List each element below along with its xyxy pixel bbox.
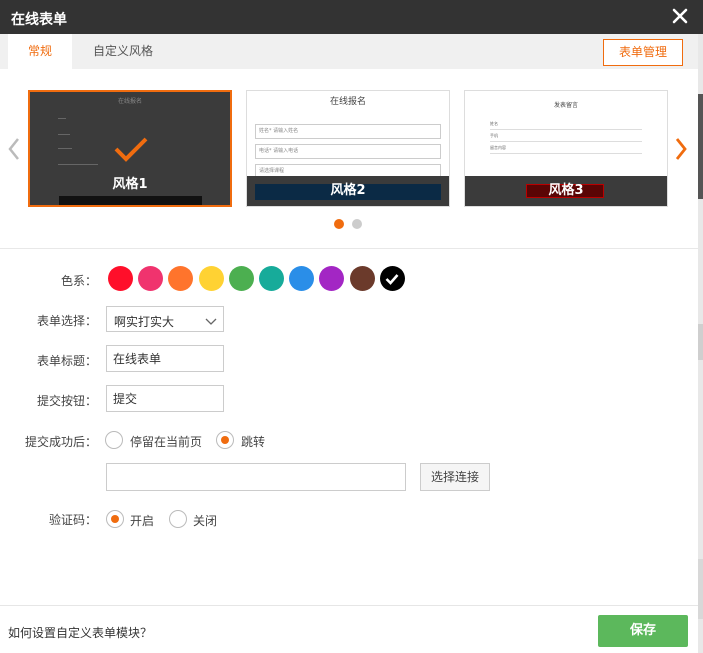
tab-bar: 常规 自定义风格 表单管理 bbox=[0, 34, 698, 69]
preview-field: 姓名* 请输入姓名 bbox=[255, 124, 441, 139]
dialog-title: 在线表单 bbox=[11, 12, 67, 28]
form-select-label: 表单选择： bbox=[36, 314, 97, 328]
check-icon bbox=[385, 273, 399, 285]
pagination-dot-active[interactable] bbox=[334, 219, 344, 229]
color-swatch[interactable] bbox=[259, 266, 284, 291]
style-card-3-caption-text: 风格3 bbox=[548, 183, 584, 198]
preview-line bbox=[58, 134, 70, 135]
tab-general[interactable]: 常规 bbox=[8, 34, 72, 69]
dialog-titlebar: 在线表单 bbox=[0, 0, 703, 34]
form-title-label: 表单标题： bbox=[36, 354, 97, 368]
captcha-label: 验证码： bbox=[48, 513, 97, 527]
save-button[interactable]: 保存 bbox=[598, 615, 688, 647]
preview-field-placeholder: 请输入电话 bbox=[273, 148, 299, 154]
close-icon[interactable] bbox=[671, 7, 689, 25]
preview-line bbox=[58, 148, 72, 149]
submit-button-label: 提交按钮： bbox=[36, 394, 97, 408]
style-card-3-preview-title: 发表留言 bbox=[553, 102, 578, 109]
form-title-input[interactable] bbox=[106, 345, 224, 372]
tab-custom-style[interactable]: 自定义风格 bbox=[78, 34, 168, 69]
captcha-off-label: 关闭 bbox=[193, 514, 218, 528]
redirect-url-input[interactable] bbox=[106, 463, 406, 491]
color-label: 色系： bbox=[60, 274, 97, 288]
preview-line bbox=[58, 118, 66, 119]
preview-field-label: 姓名 bbox=[490, 121, 498, 126]
preview-field-placeholder: 请输入姓名 bbox=[273, 128, 299, 134]
style-card-1-preview-title: 在线报名 bbox=[117, 98, 142, 105]
footer-divider bbox=[0, 605, 698, 606]
select-link-button[interactable]: 选择连接 bbox=[420, 463, 490, 491]
color-swatch[interactable] bbox=[379, 266, 405, 291]
pagination-dot[interactable] bbox=[352, 219, 362, 229]
captcha-on-radio[interactable] bbox=[106, 510, 124, 528]
color-swatch[interactable] bbox=[319, 266, 345, 291]
section-divider bbox=[0, 248, 698, 249]
preview-field: 电话* 请输入电话 bbox=[255, 144, 441, 159]
form-select-value: 啊实打实大 bbox=[114, 315, 175, 329]
preview-field-label: 姓名* bbox=[259, 128, 272, 134]
preview-field-label: 电话* bbox=[259, 148, 272, 154]
color-swatch[interactable] bbox=[168, 266, 194, 291]
preview-line bbox=[490, 129, 642, 130]
chevron-down-icon bbox=[205, 315, 217, 329]
redirect-label: 跳转 bbox=[241, 435, 266, 449]
style-card-1[interactable]: 在线报名 风格1 bbox=[28, 90, 232, 207]
selected-check-icon bbox=[114, 136, 148, 165]
color-swatch[interactable] bbox=[228, 266, 254, 291]
submit-button-input[interactable] bbox=[106, 385, 224, 412]
style-card-1-caption: 风格1 bbox=[112, 177, 148, 192]
form-manage-button[interactable]: 表单管理 bbox=[603, 39, 683, 66]
preview-line bbox=[490, 153, 642, 154]
background-strip-mid bbox=[698, 324, 703, 360]
style-card-2-caption-text: 风格2 bbox=[330, 183, 366, 198]
captcha-on-label: 开启 bbox=[130, 514, 155, 528]
background-strip bbox=[698, 34, 703, 653]
stay-on-page-radio[interactable] bbox=[105, 431, 123, 449]
carousel-next-icon[interactable] bbox=[674, 137, 688, 161]
background-strip-light bbox=[698, 559, 703, 619]
form-select-dropdown[interactable]: 啊实打实大 bbox=[106, 306, 224, 332]
preview-field-label: 手机 bbox=[490, 133, 498, 138]
stay-on-page-label: 停留在当前页 bbox=[130, 435, 203, 449]
background-strip-dark bbox=[698, 94, 703, 199]
color-swatch[interactable] bbox=[108, 266, 133, 291]
preview-line bbox=[58, 164, 98, 165]
color-swatch[interactable] bbox=[349, 266, 375, 291]
redirect-radio[interactable] bbox=[216, 431, 234, 449]
after-submit-label: 提交成功后： bbox=[24, 435, 97, 449]
preview-field-label: 留言内容 bbox=[490, 145, 506, 150]
captcha-off-radio[interactable] bbox=[169, 510, 187, 528]
help-link[interactable]: 如何设置自定义表单模块？ bbox=[8, 624, 152, 641]
color-swatch[interactable] bbox=[289, 266, 315, 291]
preview-line bbox=[490, 141, 642, 142]
color-swatch[interactable] bbox=[198, 266, 224, 291]
style-card-2-preview-title: 在线报名 bbox=[329, 97, 366, 107]
carousel-prev-icon[interactable] bbox=[7, 137, 21, 161]
color-swatch[interactable] bbox=[138, 266, 164, 291]
